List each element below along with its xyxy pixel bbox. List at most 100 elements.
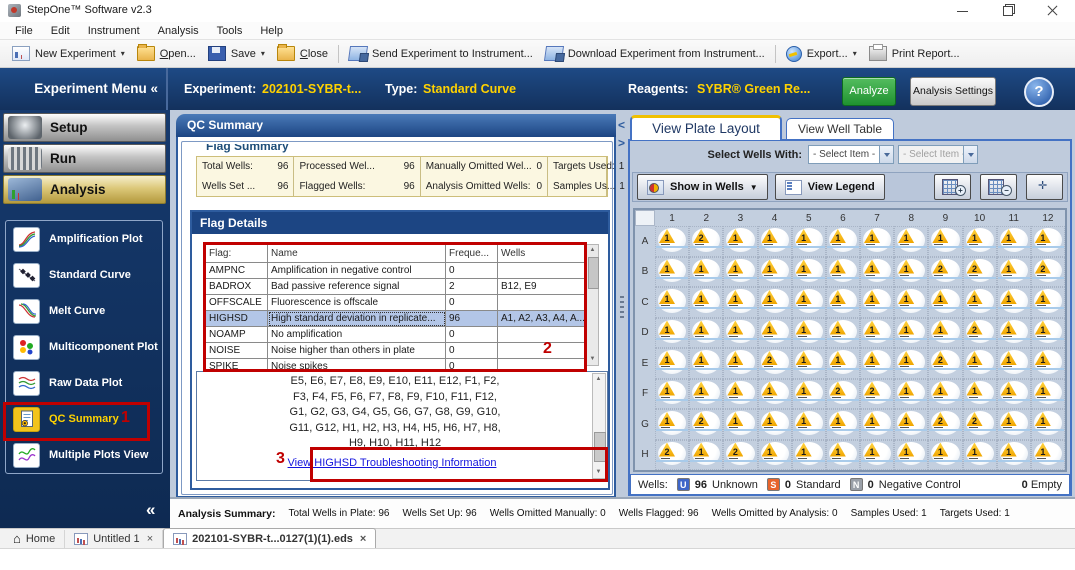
well-F1[interactable]: 1 <box>655 379 689 410</box>
tab-view-plate-layout[interactable]: View Plate Layout <box>630 115 782 140</box>
well-H2[interactable]: 1 <box>689 440 723 471</box>
view-legend-button[interactable]: View Legend <box>775 174 885 200</box>
well-C6[interactable]: 1 <box>826 287 860 318</box>
open-button[interactable]: Open... <box>131 43 202 64</box>
well-C7[interactable]: 1 <box>860 287 894 318</box>
sidebar-item-melt-curve[interactable]: Melt Curve <box>6 293 162 329</box>
well-H1[interactable]: 2 <box>655 440 689 471</box>
help-icon[interactable]: ? <box>1024 77 1054 107</box>
sidebar-section-analysis[interactable]: Analysis <box>3 175 166 204</box>
well-A8[interactable]: 1 <box>894 226 928 257</box>
well-G12[interactable]: 1 <box>1031 409 1065 440</box>
well-A3[interactable]: 1 <box>723 226 757 257</box>
well-A12[interactable]: 1 <box>1031 226 1065 257</box>
well-D11[interactable]: 1 <box>997 318 1031 349</box>
well-D10[interactable]: 2 <box>963 318 997 349</box>
well-G7[interactable]: 1 <box>860 409 894 440</box>
well-F10[interactable]: 1 <box>963 379 997 410</box>
collapse-right-icon[interactable]: > <box>618 136 625 150</box>
well-E8[interactable]: 1 <box>894 348 928 379</box>
maximize-icon[interactable] <box>985 0 1030 22</box>
well-H11[interactable]: 1 <box>997 440 1031 471</box>
well-H8[interactable]: 1 <box>894 440 928 471</box>
well-D8[interactable]: 1 <box>894 318 928 349</box>
menu-tools[interactable]: Tools <box>208 25 252 37</box>
well-C4[interactable]: 1 <box>758 287 792 318</box>
well-G4[interactable]: 1 <box>758 409 792 440</box>
well-B8[interactable]: 1 <box>894 257 928 288</box>
download-experiment-button[interactable]: Download Experiment from Instrument... <box>539 43 771 64</box>
well-F5[interactable]: 1 <box>792 379 826 410</box>
sidebar-item-multiple-plots-view[interactable]: Multiple Plots View <box>6 437 162 473</box>
well-F3[interactable]: 1 <box>723 379 757 410</box>
well-B10[interactable]: 2 <box>963 257 997 288</box>
well-A5[interactable]: 1 <box>792 226 826 257</box>
well-H12[interactable]: 1 <box>1031 440 1065 471</box>
tab-untitled[interactable]: Untitled 1× <box>65 530 163 548</box>
well-D4[interactable]: 1 <box>758 318 792 349</box>
well-F6[interactable]: 2 <box>826 379 860 410</box>
well-D2[interactable]: 1 <box>689 318 723 349</box>
tab-experiment-file[interactable]: 202101-SYBR-t...0127(1)(1).eds× <box>163 528 376 548</box>
well-C12[interactable]: 1 <box>1031 287 1065 318</box>
flag-table-scrollbar[interactable]: ▲ ▼ <box>586 244 599 366</box>
well-H4[interactable]: 1 <box>758 440 792 471</box>
experiment-menu-header[interactable]: Experiment Menu « <box>0 68 168 110</box>
well-D3[interactable]: 1 <box>723 318 757 349</box>
scroll-down-icon[interactable]: ▼ <box>587 354 598 365</box>
save-button[interactable]: Save▾ <box>202 43 271 64</box>
sidebar-item-amplification-plot[interactable]: Amplification Plot <box>6 221 162 257</box>
well-F11[interactable]: 1 <box>997 379 1031 410</box>
collapse-left-icon[interactable]: < <box>618 118 625 132</box>
print-report-button[interactable]: Print Report... <box>863 43 966 64</box>
well-D12[interactable]: 1 <box>1031 318 1065 349</box>
well-B9[interactable]: 2 <box>928 257 962 288</box>
well-E1[interactable]: 1 <box>655 348 689 379</box>
zoom-out-plate-button[interactable]: − <box>980 174 1017 200</box>
well-A1[interactable]: 1 <box>655 226 689 257</box>
send-experiment-button[interactable]: Send Experiment to Instrument... <box>343 43 539 64</box>
menu-analysis[interactable]: Analysis <box>149 25 208 37</box>
well-F4[interactable]: 1 <box>758 379 792 410</box>
sidebar-section-run[interactable]: Run <box>3 144 166 173</box>
well-C1[interactable]: 1 <box>655 287 689 318</box>
zoom-in-plate-button[interactable]: + <box>934 174 971 200</box>
scrollbar-thumb[interactable] <box>588 257 599 289</box>
well-A7[interactable]: 1 <box>860 226 894 257</box>
well-C3[interactable]: 1 <box>723 287 757 318</box>
well-B1[interactable]: 1 <box>655 257 689 288</box>
well-A2[interactable]: 2 <box>689 226 723 257</box>
well-H5[interactable]: 1 <box>792 440 826 471</box>
well-E5[interactable]: 1 <box>792 348 826 379</box>
scroll-up-icon[interactable]: ▲ <box>593 374 604 385</box>
well-E10[interactable]: 1 <box>963 348 997 379</box>
sidebar-collapse-icon[interactable]: « <box>146 500 155 520</box>
sidebar-item-raw-data-plot[interactable]: Raw Data Plot <box>6 365 162 401</box>
well-B6[interactable]: 1 <box>826 257 860 288</box>
new-experiment-button[interactable]: New Experiment▾ <box>6 43 131 64</box>
well-B7[interactable]: 1 <box>860 257 894 288</box>
menu-file[interactable]: File <box>6 25 42 37</box>
close-tab-icon[interactable]: × <box>360 533 366 545</box>
well-C2[interactable]: 1 <box>689 287 723 318</box>
minimize-icon[interactable] <box>940 0 985 22</box>
close-icon[interactable] <box>1030 0 1075 22</box>
well-G1[interactable]: 1 <box>655 409 689 440</box>
tab-view-well-table[interactable]: View Well Table <box>786 118 894 140</box>
analyze-button[interactable]: Analyze <box>842 77 896 106</box>
sidebar-item-standard-curve[interactable]: Standard Curve <box>6 257 162 293</box>
well-G6[interactable]: 1 <box>826 409 860 440</box>
well-C10[interactable]: 1 <box>963 287 997 318</box>
well-H6[interactable]: 1 <box>826 440 860 471</box>
menu-help[interactable]: Help <box>251 25 292 37</box>
well-D6[interactable]: 1 <box>826 318 860 349</box>
well-H7[interactable]: 1 <box>860 440 894 471</box>
well-B5[interactable]: 1 <box>792 257 826 288</box>
well-D5[interactable]: 1 <box>792 318 826 349</box>
sidebar-section-setup[interactable]: Setup <box>3 113 166 142</box>
well-D9[interactable]: 1 <box>928 318 962 349</box>
well-H3[interactable]: 2 <box>723 440 757 471</box>
well-B3[interactable]: 1 <box>723 257 757 288</box>
well-F8[interactable]: 1 <box>894 379 928 410</box>
analysis-settings-button[interactable]: Analysis Settings <box>910 77 996 106</box>
